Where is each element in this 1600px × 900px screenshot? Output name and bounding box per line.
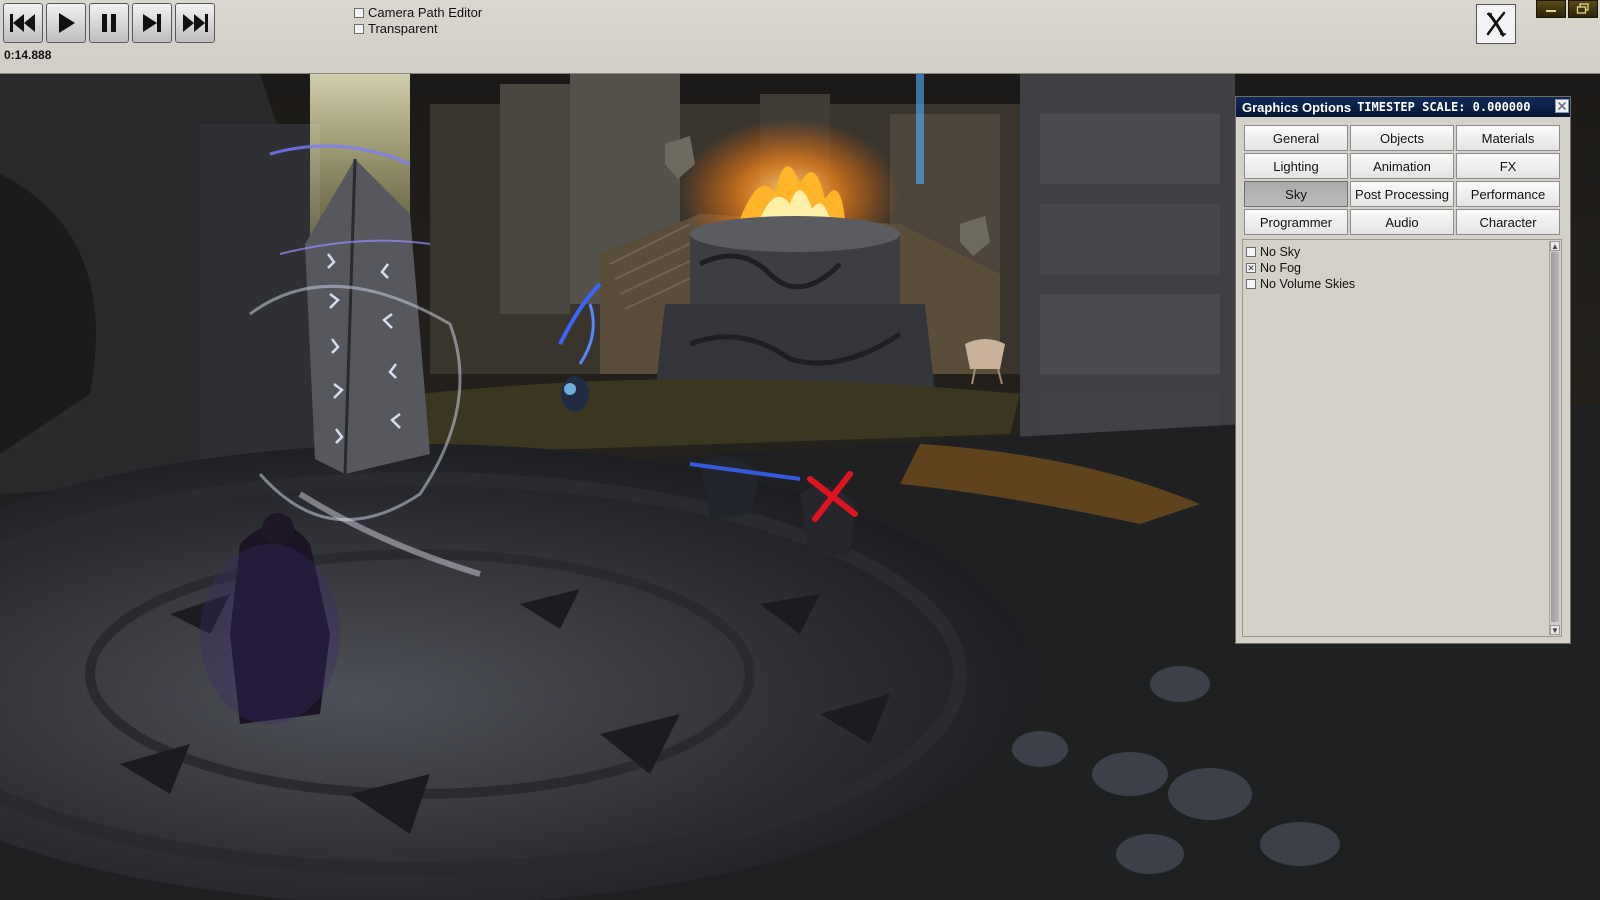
minimize-icon [1546,10,1556,12]
close-x-button[interactable] [1476,4,1516,44]
step-forward-button[interactable] [132,3,172,43]
restore-button[interactable] [1568,0,1598,18]
tab-materials[interactable]: Materials [1456,125,1560,151]
fast-forward-icon [183,14,208,32]
tab-audio[interactable]: Audio [1350,209,1454,235]
scroll-up-icon[interactable]: ▲ [1550,241,1560,251]
option-no-volume-skies[interactable]: No Volume Skies [1243,276,1561,292]
time-readout: 0:14.888 [4,48,52,62]
transparent-toggle[interactable]: Transparent [354,21,438,36]
option-label: No Volume Skies [1260,277,1356,291]
tab-programmer[interactable]: Programmer [1244,209,1348,235]
tab-lighting[interactable]: Lighting [1244,153,1348,179]
play-button[interactable] [46,3,86,43]
panel-close-button[interactable] [1555,99,1569,113]
no-sky-checkbox[interactable] [1246,247,1256,257]
camera-path-editor-label: Camera Path Editor [368,5,483,20]
panel-title: Graphics Options [1242,99,1352,115]
restore-icon [1576,3,1589,14]
tab-general[interactable]: General [1244,125,1348,151]
game-window: 0:14.888 Camera Path Editor Transparent [0,0,1600,900]
play-icon [59,13,75,33]
camera-path-editor-checkbox[interactable] [354,7,364,18]
fast-forward-button[interactable] [175,3,215,43]
pause-icon [102,14,116,32]
graphics-tabs: General Objects Materials Lighting Anima… [1244,125,1564,235]
rewind-button[interactable] [3,3,43,43]
tab-sky[interactable]: Sky [1244,181,1348,207]
scroll-down-icon[interactable]: ▼ [1550,625,1560,635]
tab-objects[interactable]: Objects [1350,125,1454,151]
option-no-fog[interactable]: ✕ No Fog [1243,260,1561,276]
timestep-scale-readout: TIMESTEP SCALE: 0.000000 [1357,100,1531,114]
tab-animation[interactable]: Animation [1350,153,1454,179]
stone-pillar [500,84,570,314]
option-label: No Fog [1260,261,1301,275]
no-fog-checkbox[interactable]: ✕ [1246,263,1256,273]
transparent-label: Transparent [368,21,438,36]
close-icon [1557,101,1567,111]
camera-path-editor-toggle[interactable]: Camera Path Editor [354,5,482,20]
tab-post-processing[interactable]: Post Processing [1350,181,1454,207]
rewind-icon [10,14,35,32]
options-scrollbar[interactable]: ▲ ▼ [1549,241,1560,635]
window-controls [1536,0,1600,20]
option-label: No Sky [1260,245,1301,259]
playback-toolbar: 0:14.888 Camera Path Editor Transparent [0,0,1600,74]
no-volume-skies-checkbox[interactable] [1246,279,1256,289]
x-icon [1486,11,1506,37]
graphics-options-panel: Graphics Options TIMESTEP SCALE: 0.00000… [1235,96,1571,644]
pause-button[interactable] [89,3,129,43]
step-forward-icon [143,14,161,32]
minimize-button[interactable] [1536,0,1566,18]
tab-fx[interactable]: FX [1456,153,1560,179]
option-no-sky[interactable]: No Sky [1243,244,1561,260]
tab-character[interactable]: Character [1456,209,1560,235]
transparent-checkbox[interactable] [354,23,364,34]
tab-performance[interactable]: Performance [1456,181,1560,207]
scroll-thumb[interactable] [1551,252,1559,622]
graphics-options-titlebar[interactable]: Graphics Options TIMESTEP SCALE: 0.00000… [1236,97,1570,117]
sky-options-list: No Sky ✕ No Fog No Volume Skies ▲ ▼ [1242,239,1562,637]
